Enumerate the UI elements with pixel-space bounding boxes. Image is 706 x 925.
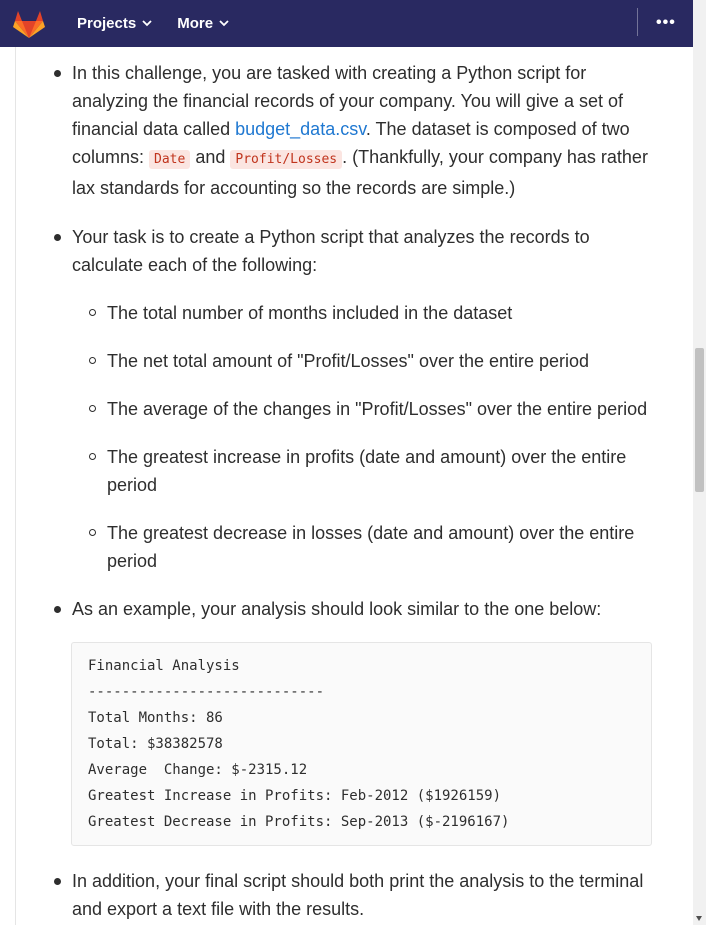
chevron-down-icon xyxy=(142,20,152,27)
nav-divider xyxy=(637,8,638,36)
list-item-export: In addition, your final script should bo… xyxy=(54,867,652,923)
scroll-down-arrow-icon[interactable] xyxy=(696,916,702,921)
sub-list-item: The total number of months included in t… xyxy=(89,299,652,327)
sub-item-text: The total number of months included in t… xyxy=(107,303,513,323)
nav-projects-label: Projects xyxy=(77,15,137,32)
example-text: As an example, your analysis should look… xyxy=(72,599,602,619)
bullet-dot xyxy=(54,878,61,885)
nav-more-label: More xyxy=(177,15,214,32)
nav-projects-dropdown[interactable]: Projects xyxy=(77,0,152,47)
readme-content: In this challenge, you are tasked with c… xyxy=(16,47,693,925)
bullet-circle xyxy=(89,309,96,316)
sub-list-item: The greatest increase in profits (date a… xyxy=(89,443,652,499)
bullet-circle xyxy=(89,357,96,364)
gitlab-logo[interactable] xyxy=(13,8,45,40)
sub-item-text: The average of the changes in "Profit/Lo… xyxy=(107,399,648,419)
nav-more-dropdown[interactable]: More xyxy=(177,0,229,47)
list-item-challenge: In this challenge, you are tasked with c… xyxy=(54,59,652,202)
task-text: Your task is to create a Python script t… xyxy=(72,227,590,275)
sub-list-item: The net total amount of "Profit/Losses" … xyxy=(89,347,652,375)
bullet-circle xyxy=(89,405,96,412)
sub-list-item: The greatest decrease in losses (date an… xyxy=(89,519,652,575)
vertical-scrollbar[interactable] xyxy=(693,0,706,925)
chevron-down-icon xyxy=(219,20,229,27)
bullet-circle xyxy=(89,453,96,460)
list-item-task: Your task is to create a Python script t… xyxy=(54,223,652,279)
list-item-example: As an example, your analysis should look… xyxy=(54,595,652,623)
inline-code-date: Date xyxy=(149,150,191,169)
budget-data-link[interactable]: budget_data.csv xyxy=(235,119,366,139)
bullet-dot xyxy=(54,234,61,241)
sub-item-text: The net total amount of "Profit/Losses" … xyxy=(107,351,590,371)
export-text: In addition, your final script should bo… xyxy=(72,871,644,919)
scrollbar-thumb[interactable] xyxy=(695,348,704,492)
top-navbar: Projects More ••• xyxy=(0,0,693,47)
challenge-text-3: and xyxy=(190,147,231,167)
sub-item-text: The greatest decrease in losses (date an… xyxy=(107,523,635,571)
bullet-dot xyxy=(54,70,61,77)
bullet-circle xyxy=(89,529,96,536)
code-block-financial-analysis: Financial Analysis ---------------------… xyxy=(71,642,652,846)
more-horizontal-icon[interactable]: ••• xyxy=(656,14,676,32)
sub-list-item: The average of the changes in "Profit/Lo… xyxy=(89,395,652,423)
inline-code-profit-losses: Profit/Losses xyxy=(230,150,343,169)
bullet-dot xyxy=(54,606,61,613)
sub-item-text: The greatest increase in profits (date a… xyxy=(107,447,627,495)
